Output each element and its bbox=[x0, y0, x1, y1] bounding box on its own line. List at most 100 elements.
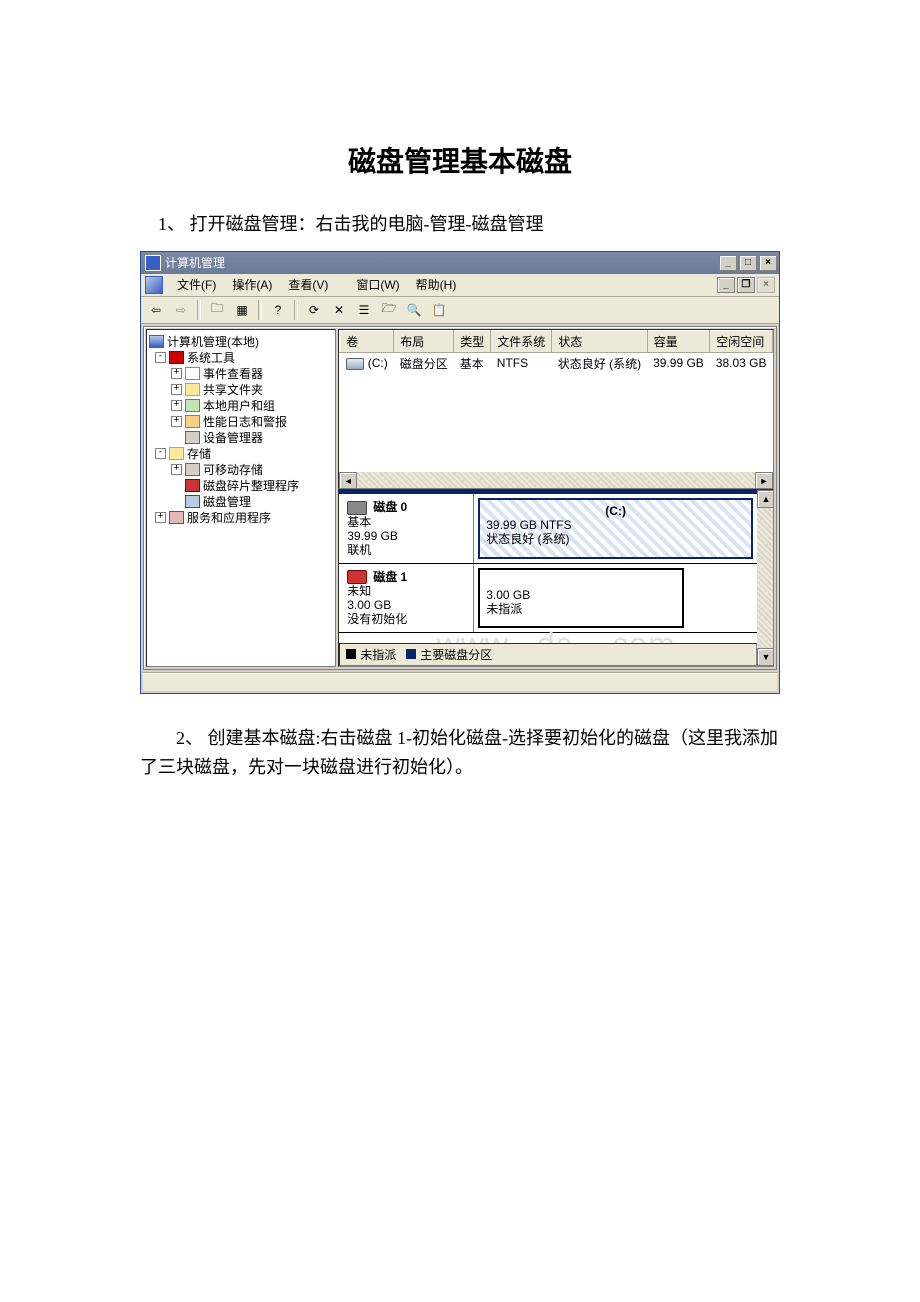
volume-icon bbox=[346, 358, 364, 370]
disk1-state: 没有初始化 bbox=[347, 612, 467, 626]
expand-services[interactable]: + bbox=[155, 512, 166, 523]
list-button[interactable]: 📋 bbox=[428, 299, 450, 321]
scroll-left-button[interactable]: ◄ bbox=[339, 472, 357, 489]
up-button[interactable]: 🗀 bbox=[206, 299, 228, 321]
col-fs[interactable]: 文件系统 bbox=[491, 330, 552, 352]
localusers-icon bbox=[185, 399, 200, 412]
disk-warn-icon bbox=[347, 570, 367, 584]
volume-row[interactable]: (C:) 磁盘分区 基本 NTFS 状态良好 (系统) 39.99 GB 38.… bbox=[340, 352, 773, 374]
search-button[interactable]: 🔍 bbox=[403, 299, 425, 321]
expand-shared[interactable]: + bbox=[171, 384, 182, 395]
maximize-button[interactable]: □ bbox=[739, 255, 757, 271]
tree-users[interactable]: 本地用户和组 bbox=[203, 398, 275, 414]
help-button[interactable]: ? bbox=[267, 299, 289, 321]
disk-0-row[interactable]: 磁盘 0 基本 39.99 GB 联机 (C:) 39.99 GB NTFS 状… bbox=[339, 490, 757, 564]
expand-users[interactable]: + bbox=[171, 400, 182, 411]
disk0-kind: 基本 bbox=[347, 515, 467, 529]
tree-root[interactable]: 计算机管理(本地) bbox=[167, 334, 259, 350]
mdi-close-button[interactable]: × bbox=[757, 277, 775, 293]
expand-event[interactable]: + bbox=[171, 368, 182, 379]
services-icon bbox=[169, 511, 184, 524]
defrag-icon bbox=[185, 479, 200, 492]
legend-primary: 主要磁盘分区 bbox=[420, 648, 492, 662]
disk0-partition-c[interactable]: (C:) 39.99 GB NTFS 状态良好 (系统) bbox=[478, 498, 753, 559]
expand-perf[interactable]: + bbox=[171, 416, 182, 427]
col-layout[interactable]: 布局 bbox=[394, 330, 454, 352]
expand-removable[interactable]: + bbox=[171, 464, 182, 475]
tree-perf[interactable]: 性能日志和警报 bbox=[203, 414, 287, 430]
close-button[interactable]: × bbox=[759, 255, 777, 271]
menu-view[interactable]: 查看(V) bbox=[280, 274, 336, 295]
disk0-state: 联机 bbox=[347, 543, 467, 557]
app-icon bbox=[145, 255, 161, 271]
step-2-text: 2、 创建基本磁盘:右击磁盘 1-初始化磁盘-选择要初始化的磁盘（这里我添加了三… bbox=[140, 724, 780, 782]
volume-list[interactable]: 卷 布局 类型 文件系统 状态 容量 空闲空间 (C:) 磁盘分区 基本 bbox=[338, 329, 774, 489]
tree-services[interactable]: 服务和应用程序 bbox=[187, 510, 271, 526]
tree-shared[interactable]: 共享文件夹 bbox=[203, 382, 263, 398]
doc-title: 磁盘管理基本磁盘 bbox=[0, 140, 920, 180]
expand-storage[interactable]: - bbox=[155, 448, 166, 459]
col-free[interactable]: 空闲空间 bbox=[710, 330, 773, 352]
vol-name: (C:) bbox=[368, 356, 388, 370]
part-desc: 39.99 GB NTFS bbox=[486, 518, 745, 532]
part-vol: (C:) bbox=[486, 504, 745, 518]
settings-button[interactable]: 🗁 bbox=[378, 299, 400, 321]
delete-button[interactable]: ✕ bbox=[328, 299, 350, 321]
legend-unalloc: 未指派 bbox=[360, 648, 396, 662]
show-hide-button[interactable]: ▦ bbox=[231, 299, 253, 321]
menu-action[interactable]: 操作(A) bbox=[224, 274, 280, 295]
vol-fs: NTFS bbox=[491, 352, 552, 374]
disk-graphical-view[interactable]: www. dc .com 磁盘 0 基本 39.99 GB 联机 (C:) 39… bbox=[338, 489, 774, 667]
forward-button[interactable]: ⇨ bbox=[170, 299, 192, 321]
tools-icon bbox=[169, 351, 184, 364]
tree-diskmgmt[interactable]: 磁盘管理 bbox=[203, 494, 251, 510]
app-window: 计算机管理 _ □ × 文件(F) 操作(A) 查看(V) 窗口(W) 帮助(H… bbox=[140, 251, 780, 694]
disk1-unallocated[interactable]: 3.00 GB 未指派 bbox=[478, 568, 684, 629]
unalloc-desc: 3.00 GB bbox=[486, 588, 676, 602]
perflogs-icon bbox=[185, 415, 200, 428]
step-1-text: 1、 打开磁盘管理：右击我的电脑-管理-磁盘管理 bbox=[140, 210, 780, 239]
titlebar-text: 计算机管理 bbox=[165, 254, 225, 271]
tree-storage[interactable]: 存储 bbox=[187, 446, 211, 462]
computer-icon bbox=[149, 335, 164, 348]
scroll-up-button[interactable]: ▲ bbox=[757, 490, 774, 508]
hscrollbar[interactable]: ◄ ► bbox=[339, 472, 773, 488]
sharedfolders-icon bbox=[185, 383, 200, 396]
vol-free: 38.03 GB bbox=[710, 352, 773, 374]
disk-1-row[interactable]: 磁盘 1 未知 3.00 GB 没有初始化 3.00 GB 未指派 bbox=[339, 564, 757, 634]
tree-systools[interactable]: 系统工具 bbox=[187, 350, 235, 366]
toolbar: ⇦ ⇨ 🗀 ▦ ? ⟳ ✕ ☰ 🗁 🔍 📋 bbox=[141, 297, 779, 324]
disk1-title: 磁盘 1 bbox=[373, 570, 407, 584]
vscrollbar[interactable]: ▲ ▼ bbox=[757, 490, 773, 666]
properties-button[interactable]: ☰ bbox=[353, 299, 375, 321]
menu-help[interactable]: 帮助(H) bbox=[408, 274, 465, 295]
expand-systools[interactable]: - bbox=[155, 352, 166, 363]
disk-icon bbox=[347, 501, 367, 515]
legend-primary-color bbox=[406, 649, 416, 659]
titlebar[interactable]: 计算机管理 _ □ × bbox=[141, 252, 779, 274]
storage-icon bbox=[169, 447, 184, 460]
back-button[interactable]: ⇦ bbox=[145, 299, 167, 321]
console-tree[interactable]: 计算机管理(本地) - 系统工具 + 事件查看器 + 共享文件夹 + 本地用户和组 + 性… bbox=[146, 329, 336, 667]
col-cap[interactable]: 容量 bbox=[647, 330, 710, 352]
scroll-right-button[interactable]: ► bbox=[755, 472, 773, 489]
minimize-button[interactable]: _ bbox=[719, 255, 737, 271]
disk0-size: 39.99 GB bbox=[347, 529, 467, 543]
tree-devmgr[interactable]: 设备管理器 bbox=[203, 430, 263, 446]
mdi-app-icon bbox=[145, 276, 163, 294]
col-volume[interactable]: 卷 bbox=[340, 330, 394, 352]
col-type[interactable]: 类型 bbox=[454, 330, 491, 352]
menu-file[interactable]: 文件(F) bbox=[169, 274, 224, 295]
unalloc-status: 未指派 bbox=[486, 602, 676, 616]
col-status[interactable]: 状态 bbox=[552, 330, 647, 352]
statusbar bbox=[143, 672, 777, 691]
tree-event[interactable]: 事件查看器 bbox=[203, 366, 263, 382]
mdi-restore-button[interactable]: ❐ bbox=[737, 277, 755, 293]
menu-window[interactable]: 窗口(W) bbox=[348, 274, 407, 295]
tree-defrag[interactable]: 磁盘碎片整理程序 bbox=[203, 478, 299, 494]
refresh-button[interactable]: ⟳ bbox=[303, 299, 325, 321]
scroll-down-button[interactable]: ▼ bbox=[757, 648, 774, 666]
devmgr-icon bbox=[185, 431, 200, 444]
mdi-minimize-button[interactable]: _ bbox=[717, 277, 735, 293]
tree-removable[interactable]: 可移动存储 bbox=[203, 462, 263, 478]
